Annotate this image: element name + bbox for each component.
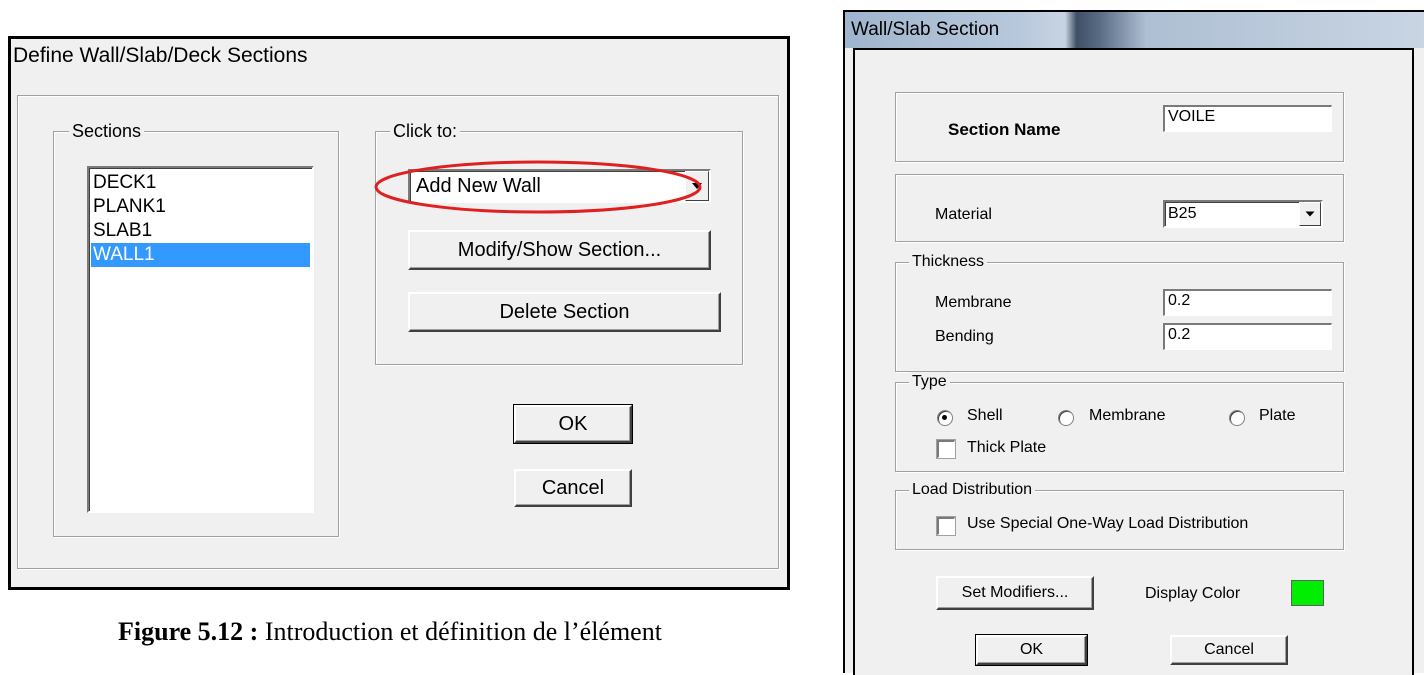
material-combo-value: B25 xyxy=(1168,205,1197,222)
list-item[interactable]: DECK1 xyxy=(91,171,310,195)
display-color-label: Display Color xyxy=(1145,585,1241,602)
membrane-thickness-field[interactable]: 0.2 xyxy=(1163,289,1332,316)
figure-caption-label: Figure 5.12 : xyxy=(118,617,259,646)
list-item[interactable]: SLAB1 xyxy=(91,219,310,243)
ok-button[interactable]: OK xyxy=(975,634,1088,666)
shell-radio[interactable] xyxy=(937,410,953,426)
section-name-label: Section Name xyxy=(948,120,1061,139)
titlebar: Wall/Slab Section xyxy=(845,12,1424,48)
plate-radio[interactable] xyxy=(1229,410,1245,426)
type-group-label: Type xyxy=(909,372,950,392)
figure-caption: Figure 5.12 : Introduction et définition… xyxy=(118,612,830,652)
membrane-radio-label[interactable]: Membrane xyxy=(1089,407,1165,425)
delete-section-button[interactable]: Delete Section xyxy=(408,292,721,332)
cancel-button[interactable]: Cancel xyxy=(1170,635,1288,665)
thick-plate-label[interactable]: Thick Plate xyxy=(967,439,1046,457)
list-item-selected[interactable]: WALL1 xyxy=(91,243,310,267)
material-combo[interactable]: B25 xyxy=(1163,200,1323,228)
plate-radio-label[interactable]: Plate xyxy=(1259,407,1295,425)
click-to-group-label: Click to: xyxy=(390,121,461,141)
chevron-down-icon[interactable] xyxy=(1299,202,1321,226)
membrane-label: Membrane xyxy=(935,294,1012,311)
material-label: Material xyxy=(935,206,992,223)
define-sections-dialog: Define Wall/Slab/Deck Sections Sections … xyxy=(8,36,790,590)
highlight-ellipse xyxy=(374,160,702,214)
figure-caption-text: Introduction et définition de l’élément xyxy=(264,617,662,646)
set-modifiers-button[interactable]: Set Modifiers... xyxy=(936,576,1094,610)
sections-group-label: Sections xyxy=(69,121,145,141)
one-way-load-label[interactable]: Use Special One-Way Load Distribution xyxy=(967,515,1248,533)
dialog-frame: Section Name VOILE Material B25 Thicknes… xyxy=(853,48,1414,675)
ok-button[interactable]: OK xyxy=(513,404,633,444)
thick-plate-checkbox[interactable] xyxy=(937,440,955,458)
wall-slab-section-dialog: Wall/Slab Section Section Name VOILE Mat… xyxy=(843,10,1424,675)
thickness-group-label: Thickness xyxy=(909,252,988,272)
sections-list[interactable]: DECK1 PLANK1 SLAB1 WALL1 xyxy=(87,166,314,513)
dialog-title: Wall/Slab Section xyxy=(851,19,1000,40)
list-item[interactable]: PLANK1 xyxy=(91,195,310,219)
bending-label: Bending xyxy=(935,328,994,345)
bending-thickness-field[interactable]: 0.2 xyxy=(1163,323,1332,350)
display-color-swatch[interactable] xyxy=(1291,580,1324,606)
one-way-load-checkbox[interactable] xyxy=(937,517,955,535)
load-distribution-group-label: Load Distribution xyxy=(909,480,1036,500)
membrane-radio[interactable] xyxy=(1058,410,1074,426)
modify-show-section-button[interactable]: Modify/Show Section... xyxy=(408,230,711,270)
section-name-field[interactable]: VOILE xyxy=(1163,105,1332,132)
cancel-button[interactable]: Cancel xyxy=(514,469,632,507)
shell-radio-label[interactable]: Shell xyxy=(967,407,1003,425)
type-group xyxy=(895,382,1344,472)
thickness-group xyxy=(895,262,1344,372)
dialog-title: Define Wall/Slab/Deck Sections xyxy=(13,44,308,67)
